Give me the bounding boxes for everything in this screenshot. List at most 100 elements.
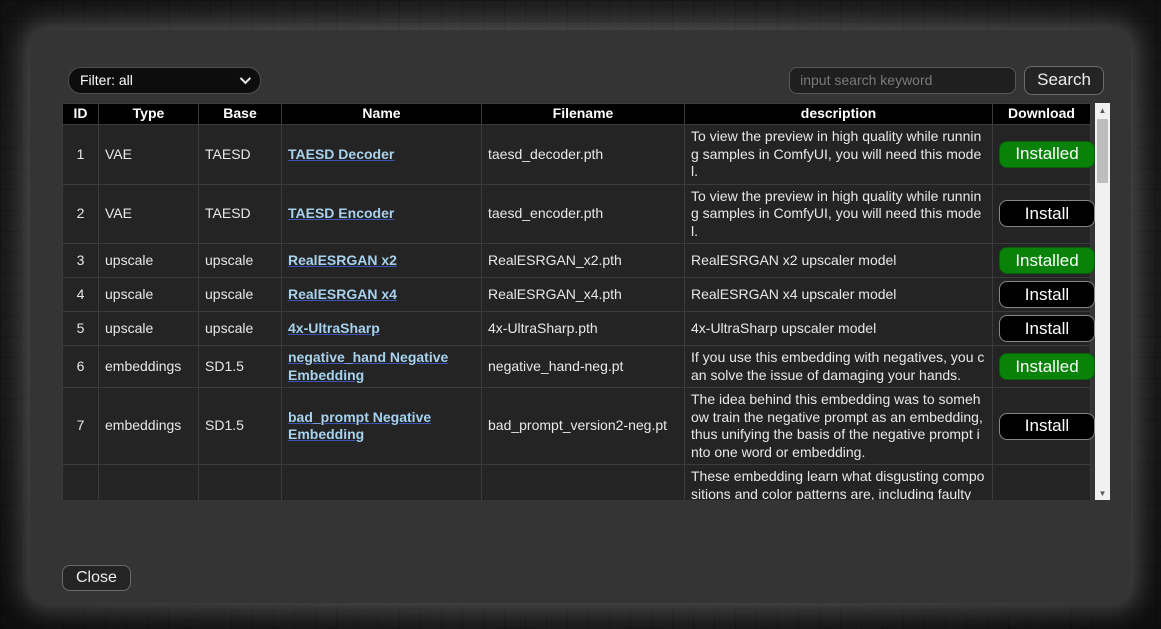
cell-filename: taesd_encoder.pth [482, 184, 685, 244]
install-button[interactable]: Install [999, 281, 1095, 308]
cell-description: If you use this embedding with negatives… [685, 346, 993, 388]
model-name-link[interactable]: negative_hand Negative Embedding [288, 349, 448, 383]
table-header-row: IDTypeBaseNameFilenamedescriptionDownloa… [63, 104, 1091, 125]
install-button[interactable]: Install [999, 200, 1095, 227]
column-header-filename: Filename [482, 104, 685, 125]
column-header-description: description [685, 104, 993, 125]
model-name-link[interactable]: bad_prompt Negative Embedding [288, 409, 431, 443]
cell-type: VAE [99, 125, 199, 185]
cell-type: embeddings [99, 388, 199, 465]
scroll-up-icon[interactable]: ▲ [1095, 103, 1110, 117]
column-header-id: ID [63, 104, 99, 125]
cell-name: RealESRGAN x2 [282, 244, 482, 278]
model-name-link[interactable]: RealESRGAN x2 [288, 252, 397, 268]
models-table: IDTypeBaseNameFilenamedescriptionDownloa… [62, 103, 1091, 500]
cell-type: upscale [99, 278, 199, 312]
cell-id: 7 [63, 388, 99, 465]
cell-base [199, 465, 282, 501]
cell-base: SD1.5 [199, 346, 282, 388]
search-button[interactable]: Search [1024, 66, 1104, 95]
cell-base: TAESD [199, 125, 282, 185]
cell-name: TAESD Encoder [282, 184, 482, 244]
cell-description: RealESRGAN x2 upscaler model [685, 244, 993, 278]
cell-description: To view the preview in high quality whil… [685, 125, 993, 185]
column-header-name: Name [282, 104, 482, 125]
toolbar: Filter: all Search [68, 66, 1104, 94]
column-header-base: Base [199, 104, 282, 125]
close-button[interactable]: Close [62, 565, 131, 591]
cell-download: Install [993, 388, 1091, 465]
cell-id: 3 [63, 244, 99, 278]
cell-description: To view the preview in high quality whil… [685, 184, 993, 244]
cell-filename: bad_prompt_version2-neg.pt [482, 388, 685, 465]
cell-name: negative_hand Negative Embedding [282, 346, 482, 388]
cell-id [63, 465, 99, 501]
filter-select[interactable]: Filter: all [68, 67, 261, 94]
cell-description: RealESRGAN x4 upscaler model [685, 278, 993, 312]
install-button[interactable]: Install [999, 413, 1095, 440]
search-input[interactable] [789, 67, 1016, 94]
cell-description: These embedding learn what disgusting co… [685, 465, 993, 501]
cell-download: Install [993, 278, 1091, 312]
models-table-scroll-area: IDTypeBaseNameFilenamedescriptionDownloa… [62, 103, 1110, 500]
cell-filename: RealESRGAN_x2.pth [482, 244, 685, 278]
cell-base: upscale [199, 278, 282, 312]
cell-filename: taesd_decoder.pth [482, 125, 685, 185]
cell-name: 4x-UltraSharp [282, 312, 482, 346]
cell-type: upscale [99, 312, 199, 346]
cell-filename: 4x-UltraSharp.pth [482, 312, 685, 346]
installed-button[interactable]: Installed [999, 247, 1095, 274]
cell-filename: RealESRGAN_x4.pth [482, 278, 685, 312]
cell-type: embeddings [99, 346, 199, 388]
cell-filename: negative_hand-neg.pt [482, 346, 685, 388]
cell-type [99, 465, 199, 501]
cell-download [993, 465, 1091, 501]
cell-type: upscale [99, 244, 199, 278]
cell-download: Install [993, 184, 1091, 244]
cell-filename [482, 465, 685, 501]
column-header-type: Type [99, 104, 199, 125]
cell-name: TAESD Decoder [282, 125, 482, 185]
scroll-down-icon[interactable]: ▼ [1095, 486, 1110, 500]
cell-name: RealESRGAN x4 [282, 278, 482, 312]
cell-type: VAE [99, 184, 199, 244]
table-row: 2VAETAESD TAESD Encoder taesd_encoder.pthT… [63, 184, 1091, 244]
cell-download: Install [993, 312, 1091, 346]
table-row: 4upscaleupscaleRealESRGAN x4RealESRGAN_x… [63, 278, 1091, 312]
cell-name: bad_prompt Negative Embedding [282, 388, 482, 465]
cell-download: Installed [993, 244, 1091, 278]
scrollbar-track[interactable]: ▲ ▼ [1095, 103, 1110, 500]
model-name-link[interactable]: TAESD Encoder [288, 205, 394, 221]
cell-id: 1 [63, 125, 99, 185]
cell-base: TAESD [199, 184, 282, 244]
table-row: 3upscaleupscaleRealESRGAN x2RealESRGAN_x… [63, 244, 1091, 278]
column-header-download: Download [993, 104, 1091, 125]
model-name-link[interactable]: RealESRGAN x4 [288, 286, 397, 302]
table-row: 6embeddingsSD1.5negative_hand Negative E… [63, 346, 1091, 388]
table-row: 7embeddingsSD1.5bad_prompt Negative Embe… [63, 388, 1091, 465]
cell-base: SD1.5 [199, 388, 282, 465]
search-group: Search [789, 66, 1104, 95]
cell-download: Installed [993, 125, 1091, 185]
table-row: 1VAETAESD TAESD Decoder taesd_decoder.pthT… [63, 125, 1091, 185]
scrollbar-thumb[interactable] [1097, 119, 1108, 183]
cell-id: 6 [63, 346, 99, 388]
cell-id: 5 [63, 312, 99, 346]
cell-name [282, 465, 482, 501]
table-body: 1VAETAESDTAESD Decodertaesd_decoder.pthT… [63, 125, 1091, 501]
cell-description: 4x-UltraSharp upscaler model [685, 312, 993, 346]
cell-download: Installed [993, 346, 1091, 388]
filter-dropdown[interactable]: Filter: all [68, 67, 261, 94]
cell-id: 2 [63, 184, 99, 244]
cell-id: 4 [63, 278, 99, 312]
cell-description: The idea behind this embedding was to so… [685, 388, 993, 465]
install-button[interactable]: Install [999, 315, 1095, 342]
table-row: These embedding learn what disgusting co… [63, 465, 1091, 501]
model-name-link[interactable]: TAESD Decoder [288, 146, 394, 162]
installed-button[interactable]: Installed [999, 353, 1095, 380]
cell-base: upscale [199, 312, 282, 346]
installed-button[interactable]: Installed [999, 141, 1095, 168]
table-row: 5upscaleupscale4x-UltraSharp4x-UltraShar… [63, 312, 1091, 346]
cell-base: upscale [199, 244, 282, 278]
model-name-link[interactable]: 4x-UltraSharp [288, 320, 380, 336]
